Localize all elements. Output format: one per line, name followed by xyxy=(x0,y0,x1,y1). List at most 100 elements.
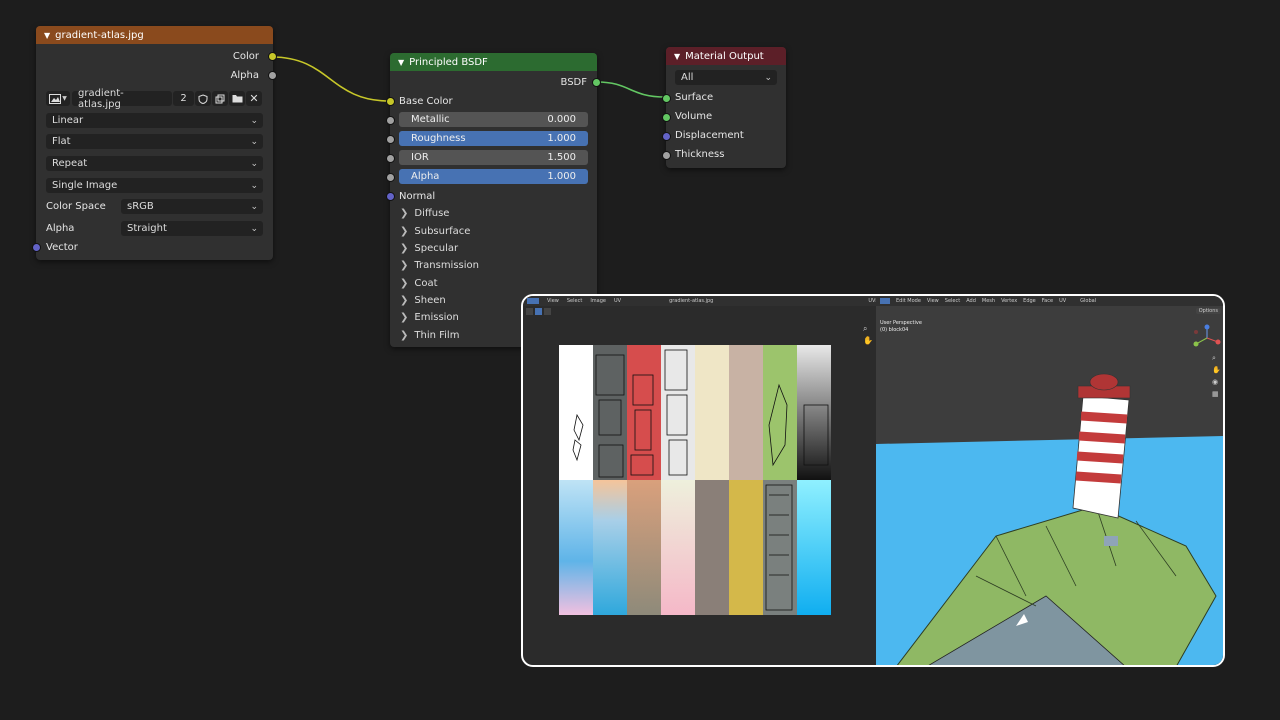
chevron-down-icon[interactable]: ▼ xyxy=(674,52,680,61)
roughness-slider[interactable]: Roughness 1.000 xyxy=(399,131,588,146)
menu-select[interactable]: Select xyxy=(945,298,960,304)
input-displacement-socket[interactable] xyxy=(662,132,671,141)
chevron-down-icon: ⌄ xyxy=(250,223,258,234)
hand-icon[interactable]: ✋ xyxy=(863,336,873,345)
unlink-image-button[interactable]: ✕ xyxy=(246,91,262,106)
extension-select[interactable]: Repeat ⌄ xyxy=(46,156,263,171)
folder-icon xyxy=(232,95,242,103)
input-vector-socket[interactable] xyxy=(32,243,41,252)
output-alpha-socket[interactable] xyxy=(268,71,277,80)
projection-select[interactable]: Flat ⌄ xyxy=(46,134,263,149)
panel-coat[interactable]: ❯ Coat xyxy=(400,278,438,289)
input-metallic-socket[interactable] xyxy=(386,116,395,125)
chevron-down-icon: ⌄ xyxy=(250,158,258,169)
panel-emission[interactable]: ❯ Emission xyxy=(400,312,459,323)
output-bsdf-socket[interactable] xyxy=(592,78,601,87)
close-icon: ✕ xyxy=(249,92,259,105)
panel-sheen[interactable]: ❯ Sheen xyxy=(400,295,446,306)
bsdf-node-header[interactable]: ▼ Principled BSDF xyxy=(390,53,597,71)
menu-add[interactable]: Add xyxy=(966,298,976,304)
interpolation-select[interactable]: Linear ⌄ xyxy=(46,113,263,128)
menu-view[interactable]: View xyxy=(927,298,939,304)
panel-subsurface[interactable]: ❯ Subsurface xyxy=(400,226,470,237)
menu-view[interactable]: View xyxy=(547,298,559,304)
input-thickness-socket[interactable] xyxy=(662,151,671,160)
open-image-button[interactable] xyxy=(229,91,245,106)
ior-slider[interactable]: IOR 1.500 xyxy=(399,150,588,165)
inset-preview: View Select Image UV gradient-atlas.jpg … xyxy=(521,294,1225,667)
menu-uv[interactable]: UV xyxy=(1059,298,1066,304)
image-icon xyxy=(49,93,62,104)
editor-type-icon[interactable] xyxy=(527,298,539,304)
fake-user-button[interactable] xyxy=(195,91,211,106)
viewport-overlay-text: User Perspective (0) block04 xyxy=(880,320,922,334)
source-select[interactable]: Single Image ⌄ xyxy=(46,178,263,193)
panel-thin-film[interactable]: ❯ Thin Film xyxy=(400,330,459,341)
input-alpha-socket[interactable] xyxy=(386,173,395,182)
panel-diffuse[interactable]: ❯ Diffuse xyxy=(400,208,449,219)
shield-icon xyxy=(198,93,208,104)
uv-editor-toolbar xyxy=(526,308,556,315)
render-target-select[interactable]: All ⌄ xyxy=(675,70,777,85)
output-node-header[interactable]: ▼ Material Output xyxy=(666,47,786,65)
chevron-down-icon[interactable]: ▼ xyxy=(398,58,404,67)
input-surface-socket[interactable] xyxy=(662,94,671,103)
menu-uv[interactable]: UV xyxy=(614,298,621,304)
output-color-socket[interactable] xyxy=(268,52,277,61)
viewport-options[interactable]: Options xyxy=(1195,308,1221,314)
material-output-node[interactable]: ▼ Material Output All ⌄ Surface Volume Di… xyxy=(662,47,786,168)
viewport-3d[interactable]: Edit Mode View Select Add Mesh Vertex Ed… xyxy=(876,296,1223,665)
output-node-title: Material Output xyxy=(685,50,764,62)
image-node-header[interactable]: ▼ gradient-atlas.jpg xyxy=(36,26,273,44)
menu-image[interactable]: Image xyxy=(590,298,606,304)
menu-edge[interactable]: Edge xyxy=(1023,298,1036,304)
tool-icon[interactable] xyxy=(526,308,533,315)
input-volume-socket[interactable] xyxy=(662,113,671,122)
grid-icon[interactable]: ▦ xyxy=(1212,390,1219,398)
chevron-down-icon: ⌄ xyxy=(250,180,258,191)
duplicate-image-button[interactable] xyxy=(212,91,228,106)
tool-icon[interactable] xyxy=(544,308,551,315)
zoom-icon[interactable]: ⌕ xyxy=(1212,354,1216,363)
mode-select[interactable]: Edit Mode xyxy=(896,298,921,304)
panel-specular[interactable]: ❯ Specular xyxy=(400,243,458,254)
input-base-color-socket[interactable] xyxy=(386,97,395,106)
input-roughness-socket[interactable] xyxy=(386,135,395,144)
output-bsdf-label: BSDF xyxy=(560,76,587,88)
image-users-count[interactable]: 2 xyxy=(173,91,194,106)
chevron-down-icon[interactable]: ▼ xyxy=(44,31,50,40)
menu-vertex[interactable]: Vertex xyxy=(1001,298,1017,304)
view-name: User Perspective xyxy=(880,320,922,326)
alpha-slider[interactable]: Alpha 1.000 xyxy=(399,169,588,184)
chevron-down-icon: ⌄ xyxy=(250,136,258,147)
navigation-gizmo[interactable] xyxy=(1192,324,1222,352)
zoom-icon[interactable]: ⌕ xyxy=(863,324,867,334)
base-color-label: Base Color xyxy=(399,95,453,107)
hand-icon[interactable]: ✋ xyxy=(1212,366,1221,374)
image-name-field[interactable]: gradient-atlas.jpg xyxy=(72,88,172,110)
alpha-mode-label: Alpha xyxy=(46,222,75,234)
metallic-slider[interactable]: Metallic 0.000 xyxy=(399,112,588,127)
panel-transmission[interactable]: ❯ Transmission xyxy=(400,260,479,271)
output-alpha-label: Alpha xyxy=(230,69,259,81)
chevron-right-icon: ❯ xyxy=(400,295,409,306)
image-editor-file[interactable]: gradient-atlas.jpg xyxy=(669,298,713,304)
input-normal-socket[interactable] xyxy=(386,192,395,201)
transform-orientation[interactable]: Global xyxy=(1080,298,1096,304)
image-browse-button[interactable]: ▼ xyxy=(46,91,70,106)
uv-editor-header: View Select Image UV gradient-atlas.jpg … xyxy=(523,296,880,306)
menu-face[interactable]: Face xyxy=(1042,298,1053,304)
editor-type-icon[interactable] xyxy=(880,298,890,304)
output-color-label: Color xyxy=(232,50,259,62)
chevron-down-icon: ⌄ xyxy=(250,115,258,126)
menu-select[interactable]: Select xyxy=(567,298,582,304)
alpha-mode-select[interactable]: Straight ⌄ xyxy=(121,221,263,236)
menu-mesh[interactable]: Mesh xyxy=(982,298,995,304)
image-texture-node[interactable]: ▼ gradient-atlas.jpg Color Alpha ▼ gradi… xyxy=(32,26,277,260)
camera-icon[interactable]: ◉ xyxy=(1212,378,1218,386)
input-ior-socket[interactable] xyxy=(386,154,395,163)
select-mode-icon[interactable] xyxy=(535,308,542,315)
thickness-label: Thickness xyxy=(675,148,725,160)
color-space-select[interactable]: sRGB ⌄ xyxy=(121,199,263,214)
surface-label: Surface xyxy=(675,91,714,103)
